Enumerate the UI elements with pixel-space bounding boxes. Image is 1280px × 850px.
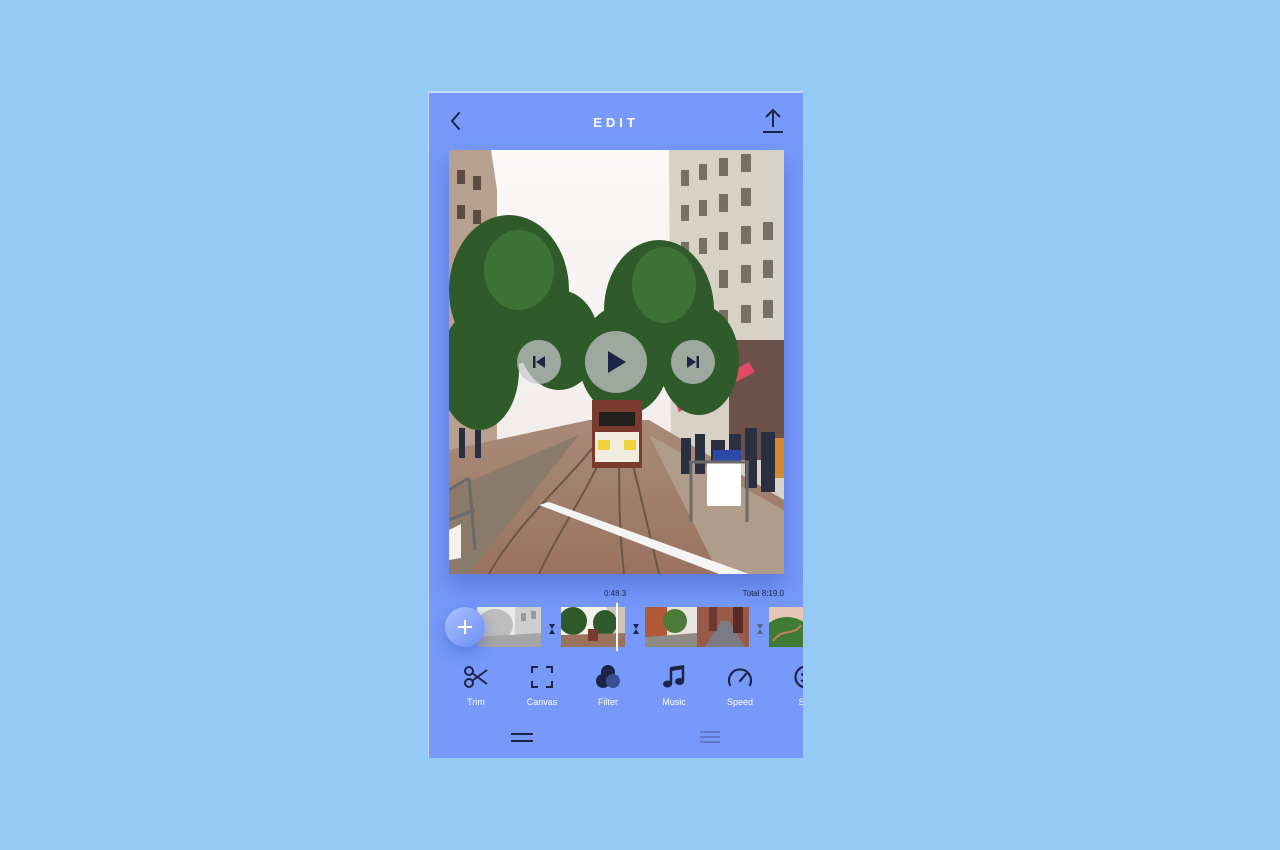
total-time: Total 8:19.0 xyxy=(742,589,784,598)
top-bar: EDIT xyxy=(429,93,803,153)
hourglass-icon xyxy=(757,624,763,634)
trim-tool[interactable]: Trim xyxy=(446,663,506,707)
sticker-icon xyxy=(794,665,803,689)
upload-button[interactable] xyxy=(761,107,785,135)
clip-thumbnail[interactable] xyxy=(645,607,749,647)
filter-circles-icon xyxy=(596,665,620,688)
menu-icon xyxy=(700,731,720,743)
previous-button[interactable] xyxy=(517,340,561,384)
clip-image xyxy=(769,607,803,647)
current-time: 0:48.3 xyxy=(604,589,627,598)
nav-item-menu[interactable] xyxy=(696,727,724,747)
canvas-tool[interactable]: Canvas xyxy=(512,663,572,707)
filter-tool[interactable]: Filter xyxy=(578,663,638,707)
transition-marker[interactable] xyxy=(757,621,763,634)
music-label: Music xyxy=(662,697,686,707)
clip-image xyxy=(477,607,541,647)
music-tool[interactable]: Music xyxy=(644,663,704,707)
skip-previous-icon xyxy=(533,356,545,368)
sticker-label: Stic xyxy=(776,697,803,707)
speed-label: Speed xyxy=(726,697,754,707)
timeline-playhead[interactable] xyxy=(616,603,618,651)
add-clip-button[interactable] xyxy=(445,607,485,647)
canvas-label: Canvas xyxy=(526,697,558,707)
music-note-icon xyxy=(663,665,685,688)
video-preview[interactable] xyxy=(449,150,784,574)
clip-thumbnail[interactable] xyxy=(769,607,803,647)
play-button[interactable] xyxy=(585,331,647,393)
transition-marker[interactable] xyxy=(633,621,639,634)
clip-image xyxy=(645,607,749,647)
bottom-navigation xyxy=(429,723,803,753)
nav-item-timeline[interactable] xyxy=(508,727,536,747)
clip-timeline[interactable] xyxy=(429,603,803,651)
plus-icon xyxy=(458,620,472,634)
video-editor-screen: EDIT 0:48.3 Total 8:19.0 Trim Canvas Fil… xyxy=(428,91,803,758)
skip-next-icon xyxy=(687,356,699,368)
speedometer-icon xyxy=(727,668,753,687)
transition-marker[interactable] xyxy=(549,621,555,634)
clip-thumbnail[interactable] xyxy=(477,607,541,647)
play-icon xyxy=(608,351,626,373)
speed-tool[interactable]: Speed xyxy=(710,663,770,707)
hourglass-icon xyxy=(633,624,639,634)
trim-label: Trim xyxy=(467,697,485,707)
next-button[interactable] xyxy=(671,340,715,384)
two-lines-icon xyxy=(511,733,533,742)
upload-icon xyxy=(763,108,783,133)
sticker-tool[interactable]: Stic xyxy=(776,663,803,707)
hourglass-icon xyxy=(549,624,555,634)
page-title: EDIT xyxy=(593,115,639,130)
crop-frame-icon xyxy=(531,666,553,688)
filter-label: Filter xyxy=(598,697,618,707)
edit-toolbar: Trim Canvas Filter Music Speed xyxy=(429,663,803,713)
scissors-icon xyxy=(464,666,488,688)
